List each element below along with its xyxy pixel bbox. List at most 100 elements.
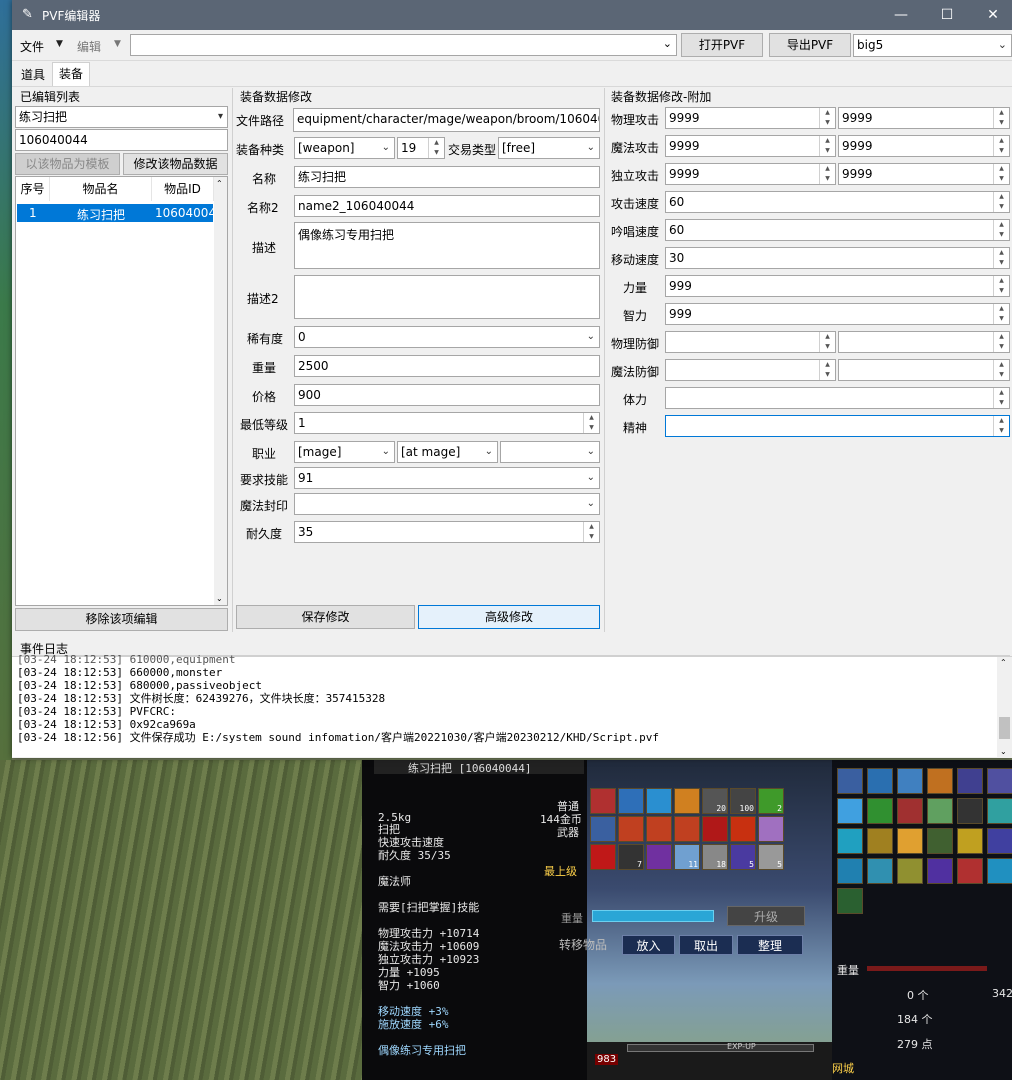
extra-value-max[interactable]: ▲ ▼ [838,359,1010,381]
job-sub-select[interactable]: [at mage] ⌄ [397,441,498,463]
name2-input[interactable]: name2_106040044 [294,195,600,217]
equip-slot[interactable] [987,828,1012,854]
equip-slot[interactable] [867,828,893,854]
equip-slot[interactable] [987,858,1012,884]
chevron-down-icon[interactable]: ⌄ [587,138,595,158]
spin-arrows[interactable]: ▲ ▼ [993,248,1009,268]
chevron-down-icon[interactable]: ⌄ [998,35,1007,55]
inventory-slot[interactable] [646,788,672,814]
equip-slot[interactable] [897,768,923,794]
job-third-select[interactable]: ⌄ [500,441,600,463]
scrollbar-thumb[interactable] [999,717,1010,739]
path-combobox[interactable]: ⌄ [130,34,677,56]
equip-slot[interactable] [897,858,923,884]
extra-value[interactable]: 999 ▲ ▼ [665,275,1010,297]
inventory-slot[interactable]: 5 [730,844,756,870]
description2-input[interactable] [294,275,600,319]
equip-slot[interactable] [837,858,863,884]
equip-slot[interactable] [897,798,923,824]
spin-arrows[interactable]: ▲ ▼ [993,304,1009,324]
chevron-down-icon[interactable]: ⌄ [485,442,493,462]
chevron-down-icon[interactable]: ⌄ [1000,747,1007,756]
equip-slot[interactable] [987,768,1012,794]
table-row[interactable]: 1 练习扫把 10604004 [17,204,216,222]
inventory-slot[interactable] [590,816,616,842]
chevron-down-icon[interactable]: ⌄ [382,138,390,158]
remove-edit-button[interactable]: 移除该项编辑 [15,608,228,631]
event-log[interactable]: [03-24 18:12:53] 610000,equipment [03-24… [12,653,1012,757]
spin-arrows[interactable]: ▲ ▼ [583,413,599,433]
equip-slot[interactable] [957,768,983,794]
extra-value-max[interactable]: 9999 ▲ ▼ [838,107,1010,129]
upgrade-button[interactable]: 升级 [727,906,805,926]
durability-input[interactable]: 35 ▲ ▼ [294,521,600,543]
inventory-slot[interactable] [590,844,616,870]
chevron-down-icon[interactable]: ⌄ [382,442,390,462]
file-path-input[interactable]: equipment/character/mage/weapon/broom/10… [293,108,600,132]
extra-value-min[interactable]: 9999 ▲ ▼ [665,163,836,185]
extra-value[interactable]: ▲ ▼ [665,387,1010,409]
tab-items[interactable]: 道具 [15,64,51,86]
extra-value-max[interactable]: 9999 ▲ ▼ [838,163,1010,185]
extra-value[interactable]: 999 ▲ ▼ [665,303,1010,325]
equip-slot[interactable] [987,798,1012,824]
equip-type-number[interactable]: 19 ▲ ▼ [397,137,445,159]
inventory-slot[interactable]: 11 [674,844,700,870]
spin-arrows[interactable]: ▲ ▼ [993,108,1009,128]
spin-arrows[interactable]: ▲ ▼ [993,276,1009,296]
extra-value-min[interactable]: 9999 ▲ ▼ [665,107,836,129]
equip-slot[interactable] [837,768,863,794]
chevron-up-icon[interactable]: ⌃ [216,179,223,188]
spin-arrows[interactable]: ▲ ▼ [993,136,1009,156]
menu-edit[interactable]: 编辑 [77,38,101,55]
weight-input[interactable]: 2500 [294,355,600,377]
required-skill-select[interactable]: 91 ⌄ [294,467,600,489]
transfer-button[interactable]: 转移物品 [557,935,609,955]
menu-file[interactable]: 文件 [20,38,44,55]
edited-list[interactable]: 序号 物品名 物品ID 1 练习扫把 10604004 ⌃ ⌄ [15,176,228,606]
spin-arrows[interactable]: ▲ ▼ [819,164,835,184]
extra-value[interactable]: 30 ▲ ▼ [665,247,1010,269]
spin-arrows[interactable]: ▲ ▼ [993,360,1009,380]
spin-arrows[interactable]: ▲ ▼ [583,522,599,542]
extra-value[interactable]: ▲ ▼ [665,415,1010,437]
spin-arrows[interactable]: ▲ ▼ [993,220,1009,240]
inventory-slot[interactable] [618,816,644,842]
spin-arrows[interactable]: ▲ ▼ [428,138,444,158]
chevron-down-icon[interactable]: ⌄ [663,37,672,50]
rarity-select[interactable]: 0 ⌄ [294,326,600,348]
inventory-slot[interactable] [674,816,700,842]
spin-arrows[interactable]: ▲ ▼ [819,332,835,352]
column-header[interactable]: 物品ID [152,177,214,201]
take-out-button[interactable]: 取出 [679,935,733,955]
equip-slot[interactable] [957,798,983,824]
chevron-down-icon[interactable]: ⌄ [587,442,595,462]
inventory-slot[interactable] [674,788,700,814]
export-pvf-button[interactable]: 导出PVF [769,33,851,57]
extra-value-max[interactable]: ▲ ▼ [838,331,1010,353]
equip-slot[interactable] [867,798,893,824]
template-button[interactable]: 以该物品为模板 [15,153,120,175]
minimize-button[interactable]: — [878,0,924,30]
description-input[interactable]: 偶像练习专用扫把 [294,222,600,269]
maximize-button[interactable]: ☐ [924,0,970,30]
extra-value-max[interactable]: 9999 ▲ ▼ [838,135,1010,157]
price-input[interactable]: 900 [294,384,600,406]
spin-arrows[interactable]: ▲ ▼ [993,388,1009,408]
tab-equipment[interactable]: 装备 [52,62,91,86]
item-select[interactable]: 练习扫把 ▾ [15,106,228,128]
equip-slot[interactable] [927,858,953,884]
close-button[interactable]: ✕ [970,0,1012,30]
extra-value[interactable]: 60 ▲ ▼ [665,219,1010,241]
encoding-select[interactable]: big5 ⌄ [853,34,1012,57]
inventory-slot[interactable]: 5 [758,844,784,870]
open-pvf-button[interactable]: 打开PVF [681,33,763,57]
put-in-button[interactable]: 放入 [622,935,675,955]
sort-button[interactable]: 整理 [737,935,803,955]
chevron-down-icon[interactable]: ⌄ [587,468,595,488]
inventory-slot[interactable] [646,816,672,842]
spin-arrows[interactable]: ▲ ▼ [993,164,1009,184]
min-level-input[interactable]: 1 ▲ ▼ [294,412,600,434]
inventory-slot[interactable] [618,788,644,814]
inventory-slot[interactable] [590,788,616,814]
